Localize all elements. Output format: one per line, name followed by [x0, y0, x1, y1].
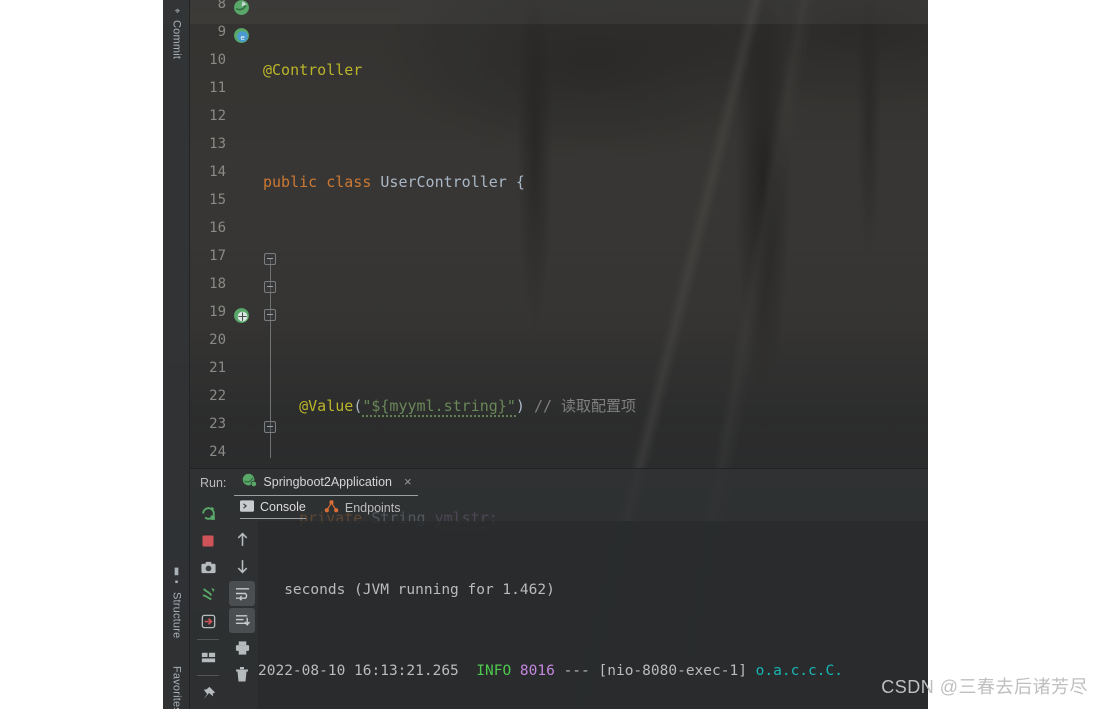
line-number: 11: [209, 80, 226, 96]
run-configuration-tab[interactable]: Springboot2Application ×: [234, 471, 418, 496]
class-name: UserController: [380, 173, 507, 191]
intellij-idea-window: ⌖ Commit ▮▪ Structure Favorites 8 9 10 1…: [163, 0, 928, 709]
line-number: 18: [209, 276, 226, 292]
run-toolbar[interactable]: [190, 497, 226, 709]
run-header: Run: Springboot2Application ×: [190, 469, 928, 497]
line-number: 15: [209, 192, 226, 208]
toolbar-divider: [197, 639, 219, 640]
code-line-11: @Value("${myyml.string}") // 读取配置项: [299, 397, 637, 417]
line-number: 12: [209, 108, 226, 124]
code-line-9: public class UserController {: [263, 168, 928, 196]
line-number: 10: [209, 52, 226, 68]
console-icon: [240, 499, 254, 515]
code-editor[interactable]: @Controller public class UserController …: [263, 0, 928, 529]
spring-bean-icon[interactable]: [233, 0, 250, 16]
open-brace: {: [515, 173, 525, 191]
annotation-controller: @Controller: [263, 61, 363, 79]
console-tabstrip[interactable]: Console Endpoints: [226, 497, 928, 521]
left-tool-window-bar: ⌖ Commit ▮▪ Structure Favorites: [163, 0, 190, 709]
print-icon[interactable]: [229, 635, 255, 660]
console-line: seconds (JVM running for 1.462): [258, 582, 555, 598]
annotation-value: @Value: [299, 397, 354, 415]
rerun-button[interactable]: [195, 501, 221, 526]
console-toolbar[interactable]: [226, 521, 258, 709]
arrow-down-icon[interactable]: [229, 554, 255, 579]
camera-icon[interactable]: [195, 555, 221, 580]
console-output[interactable]: seconds (JVM running for 1.462) 2022-08-…: [258, 521, 928, 709]
spring-bean-class-icon[interactable]: e: [233, 27, 250, 44]
keyword-public: public: [263, 173, 318, 191]
favorites-label: Favorites: [170, 666, 183, 709]
close-icon[interactable]: ×: [404, 474, 412, 489]
tab-console[interactable]: Console: [240, 499, 306, 519]
line-number: 16: [209, 220, 226, 236]
scroll-end-icon[interactable]: [229, 608, 255, 633]
line-number: 20: [209, 332, 226, 348]
structure-label: Structure: [170, 592, 183, 639]
structure-icon: ▮▪: [171, 566, 182, 589]
page-right-margin: [928, 0, 1098, 709]
screenshot-root: ⌖ Commit ▮▪ Structure Favorites 8 9 10 1…: [0, 0, 1098, 709]
value-expression: "${myyml.string}": [362, 397, 516, 417]
sidebar-item-structure[interactable]: ▮▪ Structure: [163, 560, 190, 656]
soft-wrap-icon[interactable]: [229, 581, 255, 606]
line-number: 17: [209, 248, 226, 264]
line-number: 8: [217, 0, 226, 12]
commit-label: Commit: [170, 20, 183, 60]
thread-dump-icon[interactable]: [195, 582, 221, 607]
console-line: 2022-08-10 16:13:21.265 INFO 8016 --- [n…: [258, 663, 843, 679]
commit-icon: ⌖: [171, 6, 183, 17]
spring-mapping-icon[interactable]: [233, 307, 250, 324]
line-number: 21: [209, 360, 226, 376]
watermark: CSDN @三春去后诸芳尽: [881, 677, 1088, 697]
line-number: 24: [209, 444, 226, 460]
pin-icon[interactable]: [195, 681, 221, 706]
line-number: 19: [209, 304, 226, 320]
line-number: 13: [209, 136, 226, 152]
layout-icon[interactable]: [195, 645, 221, 670]
tab-console-label: Console: [260, 500, 306, 514]
run-label: Run:: [200, 476, 227, 490]
line-number: 9: [217, 24, 226, 40]
endpoints-icon: [324, 499, 339, 516]
run-config-name: Springboot2Application: [263, 474, 392, 489]
keyword-class: class: [326, 173, 372, 191]
line-number: 22: [209, 388, 226, 404]
line-number: 23: [209, 416, 226, 432]
toolbar-divider: [197, 675, 219, 676]
trash-icon[interactable]: [229, 662, 255, 687]
spring-boot-run-icon: [242, 473, 258, 491]
tab-endpoints-label: Endpoints: [344, 500, 401, 515]
arrow-up-icon[interactable]: [229, 527, 255, 552]
stop-button[interactable]: [195, 528, 221, 553]
svg-text:e: e: [240, 33, 245, 42]
sidebar-item-commit[interactable]: ⌖ Commit: [163, 0, 190, 86]
line-comment: // 读取配置项: [533, 397, 637, 415]
tab-endpoints[interactable]: Endpoints: [324, 499, 401, 519]
run-tool-window: Run: Springboot2Application × Console En…: [190, 468, 928, 709]
code-line-8: @Controller: [263, 56, 928, 84]
sidebar-item-favorites[interactable]: Favorites: [163, 660, 190, 709]
line-number: 14: [209, 164, 226, 180]
exit-icon[interactable]: [195, 609, 221, 634]
